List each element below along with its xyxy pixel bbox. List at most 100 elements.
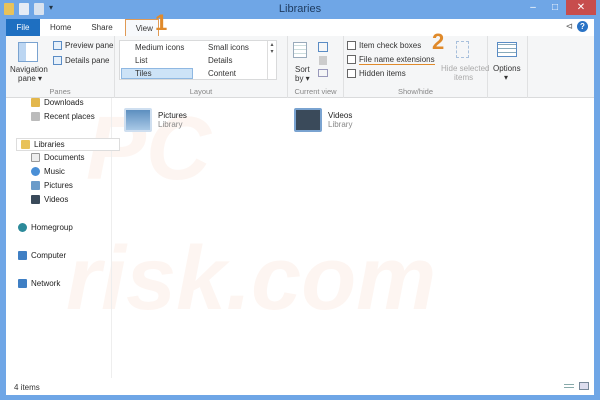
tab-file[interactable]: File: [6, 19, 40, 36]
file-name-extensions-checkbox[interactable]: [347, 55, 356, 64]
layout-group-label: Layout: [189, 87, 213, 96]
close-button[interactable]: ✕: [566, 0, 596, 15]
options-dropdown[interactable]: ▾: [504, 73, 508, 82]
hide-selected-button[interactable]: Hide selected: [441, 64, 489, 73]
homegroup-icon: [18, 223, 27, 232]
options-button[interactable]: Options: [493, 64, 521, 73]
options-icon: [497, 42, 517, 57]
navigation-pane-dropdown[interactable]: pane ▾: [18, 74, 42, 83]
nav-music[interactable]: Music: [31, 167, 65, 176]
nav-pictures[interactable]: Pictures: [31, 181, 73, 190]
group-by-icon[interactable]: [318, 42, 328, 52]
nav-label: Libraries: [34, 140, 65, 149]
title-bar: ▾ Libraries – □ ✕: [0, 0, 600, 19]
item-check-boxes-label[interactable]: Item check boxes: [359, 41, 421, 50]
nav-computer[interactable]: Computer: [18, 251, 66, 260]
nav-documents[interactable]: Documents: [31, 153, 84, 162]
layout-medium-icons[interactable]: Medium icons: [135, 43, 184, 52]
downloads-icon: [31, 98, 40, 107]
nav-label: Recent places: [44, 112, 95, 121]
large-icons-view-icon[interactable]: [579, 382, 589, 390]
nav-label: Music: [44, 167, 65, 176]
library-name: Videos: [328, 111, 353, 120]
gallery-scroll[interactable]: ▴ ▾: [267, 41, 276, 79]
status-bar: 4 items: [6, 378, 594, 395]
nav-recent-places[interactable]: Recent places: [31, 112, 95, 121]
library-name: Pictures: [158, 111, 187, 120]
nav-label: Homegroup: [31, 223, 73, 232]
tab-view[interactable]: View: [124, 19, 159, 36]
item-count: 4 items: [14, 383, 40, 392]
nav-network[interactable]: Network: [18, 279, 60, 288]
layout-small-icons[interactable]: Small icons: [208, 43, 249, 52]
panes-group: Navigation pane ▾ Preview pane Details p…: [6, 36, 115, 98]
pin-icon[interactable]: ⊲: [565, 21, 573, 32]
tab-share[interactable]: Share: [81, 19, 122, 36]
library-videos[interactable]: Videos Library: [294, 108, 352, 132]
nav-libraries[interactable]: Libraries: [16, 138, 120, 151]
step-marker-2: 2: [432, 29, 445, 54]
layout-details[interactable]: Details: [208, 56, 232, 65]
item-check-boxes-checkbox[interactable]: [347, 41, 356, 50]
watermark-2: risk.com: [66, 229, 437, 329]
tab-home[interactable]: Home: [40, 19, 81, 36]
ribbon-tabs: File Home Share View ⊲ ?: [6, 19, 594, 36]
hidden-items-checkbox[interactable]: [347, 69, 356, 78]
options-group: Options ▾: [488, 36, 528, 98]
videos-library-icon: [294, 108, 322, 132]
navigation-pane-button[interactable]: Navigation: [10, 65, 48, 74]
nav-label: Downloads: [44, 98, 84, 107]
add-columns-icon[interactable]: [319, 56, 327, 65]
nav-label: Computer: [31, 251, 67, 260]
layout-content[interactable]: Content: [208, 69, 236, 78]
nav-videos[interactable]: Videos: [31, 195, 68, 204]
hide-selected-icon: [456, 41, 469, 58]
libraries-icon: [21, 140, 30, 149]
nav-label: Network: [31, 279, 61, 288]
nav-label: Pictures: [44, 181, 73, 190]
details-view-icon[interactable]: [564, 382, 574, 390]
network-icon: [18, 279, 27, 288]
sort-icon: [293, 42, 307, 58]
ribbon: Navigation pane ▾ Preview pane Details p…: [6, 29, 594, 98]
navigation-pane-icon: [18, 42, 38, 62]
file-name-extensions-label[interactable]: File name extensions: [359, 55, 435, 65]
layout-tiles-selected[interactable]: [121, 68, 193, 79]
pictures-library-icon: [124, 108, 152, 132]
computer-icon: [18, 251, 27, 260]
preview-pane-button[interactable]: Preview pane: [65, 41, 113, 50]
nav-label: Videos: [44, 195, 69, 204]
size-columns-icon[interactable]: [318, 69, 328, 77]
videos-icon: [31, 195, 40, 204]
library-type: Library: [328, 120, 353, 129]
layout-group: Medium icons Small icons List Details Ti…: [115, 36, 288, 98]
current-view-label: Current view: [294, 87, 337, 96]
details-pane-icon: [53, 56, 62, 65]
step-marker-1: 1: [155, 10, 168, 35]
show-hide-label: Show/hide: [397, 87, 434, 96]
navigation-pane: Downloads Recent places Libraries Docume…: [6, 98, 120, 378]
pictures-icon: [31, 181, 40, 190]
minimize-button[interactable]: –: [522, 0, 544, 15]
preview-pane-icon: [53, 41, 62, 50]
sort-by-dropdown[interactable]: by ▾: [295, 74, 310, 83]
layout-tiles[interactable]: Tiles: [135, 69, 152, 78]
library-type: Library: [158, 120, 183, 129]
recent-places-icon: [31, 112, 40, 121]
current-view-group: Sort by ▾ Current view: [288, 36, 344, 98]
layout-list[interactable]: List: [135, 56, 147, 65]
sort-by-button[interactable]: Sort: [295, 65, 310, 74]
hide-selected-label2: items: [454, 73, 474, 82]
hidden-items-label[interactable]: Hidden items: [359, 69, 406, 78]
nav-label: Documents: [44, 153, 85, 162]
maximize-button[interactable]: □: [544, 0, 566, 15]
nav-downloads[interactable]: Downloads: [31, 98, 84, 107]
details-pane-button[interactable]: Details pane: [65, 56, 109, 65]
nav-homegroup[interactable]: Homegroup: [18, 223, 73, 232]
panes-group-label: Panes: [49, 87, 71, 96]
documents-icon: [31, 153, 40, 162]
library-pictures[interactable]: Pictures Library: [124, 108, 187, 132]
help-icon[interactable]: ?: [577, 21, 588, 32]
layout-gallery: Medium icons Small icons List Details Ti…: [119, 40, 277, 80]
main-content: PC risk.com Downloads Recent places Libr…: [6, 98, 594, 378]
